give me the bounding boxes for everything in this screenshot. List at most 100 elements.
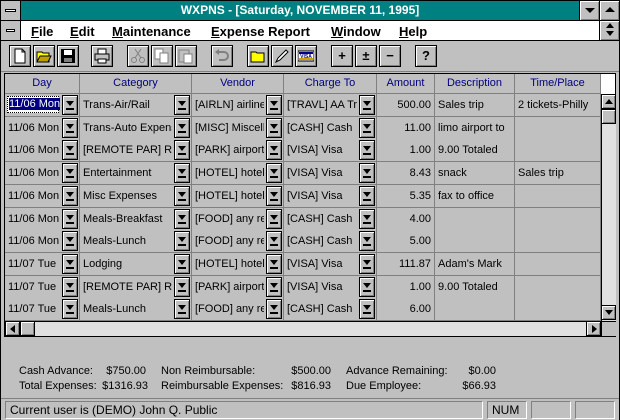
save-button[interactable]	[57, 45, 79, 67]
cell-vendor[interactable]: [FOOD] any rest	[192, 207, 284, 231]
cell-category[interactable]: Trans-Air/Rail	[80, 94, 192, 117]
cell-time-place[interactable]	[515, 252, 601, 276]
menu-window[interactable]: Window	[331, 24, 381, 39]
dropdown-arrow-icon[interactable]	[359, 253, 375, 274]
cell-description[interactable]	[435, 207, 515, 231]
cell-charge-to[interactable]: [CASH] Cash	[284, 298, 377, 322]
cell-amount[interactable]: 1.00	[377, 139, 435, 163]
cell-time-place[interactable]: 2 tickets-Philly	[515, 94, 601, 117]
dropdown-arrow-icon[interactable]	[174, 299, 190, 320]
dropdown-arrow-icon[interactable]	[359, 185, 375, 206]
dropdown-arrow-icon[interactable]	[266, 276, 282, 297]
cell-charge-to[interactable]: [VISA] Visa	[284, 162, 377, 186]
dropdown-arrow-icon[interactable]	[359, 231, 375, 252]
cell-day[interactable]: 11/07 Tue	[5, 275, 80, 299]
cell-time-place[interactable]	[515, 298, 601, 322]
horizontal-scrollbar[interactable]	[5, 321, 601, 336]
menu-edit[interactable]: Edit	[70, 24, 95, 39]
dropdown-arrow-icon[interactable]	[266, 117, 282, 138]
dropdown-arrow-icon[interactable]	[62, 208, 78, 229]
dropdown-arrow-icon[interactable]	[174, 95, 190, 115]
dropdown-arrow-icon[interactable]	[266, 299, 282, 320]
cell-charge-to[interactable]: [TRAVL] AA Tr	[284, 94, 377, 117]
scroll-right-button[interactable]	[586, 321, 601, 336]
subtract-button[interactable]: −	[379, 45, 401, 67]
cell-day[interactable]: 11/06 Mon	[5, 162, 80, 186]
scroll-left-button[interactable]	[5, 321, 20, 336]
dropdown-arrow-icon[interactable]	[266, 208, 282, 229]
dropdown-arrow-icon[interactable]	[174, 208, 190, 229]
menu-help[interactable]: Help	[399, 24, 427, 39]
cell-description[interactable]	[435, 230, 515, 254]
cell-charge-to[interactable]: [VISA] Visa	[284, 184, 377, 208]
cell-time-place[interactable]	[515, 207, 601, 231]
dropdown-arrow-icon[interactable]	[62, 117, 78, 138]
cell-charge-to[interactable]: [CASH] Cash	[284, 230, 377, 254]
print-button[interactable]	[91, 45, 113, 67]
header-description[interactable]: Description	[435, 74, 515, 94]
menu-expense-report[interactable]: Expense Report	[211, 24, 310, 39]
cell-charge-to[interactable]: [VISA] Visa	[284, 252, 377, 276]
dropdown-arrow-icon[interactable]	[359, 140, 375, 161]
dropdown-arrow-icon[interactable]	[62, 140, 78, 161]
dropdown-arrow-icon[interactable]	[174, 276, 190, 297]
dropdown-arrow-icon[interactable]	[266, 140, 282, 161]
dropdown-arrow-icon[interactable]	[62, 253, 78, 274]
cell-amount[interactable]: 111.87	[377, 252, 435, 276]
menu-file[interactable]: File	[31, 24, 53, 39]
cell-category[interactable]: [REMOTE PAR] Remote	[80, 139, 192, 163]
cell-category[interactable]: Meals-Lunch	[80, 230, 192, 254]
plus-minus-button[interactable]: ±	[355, 45, 377, 67]
restore-button[interactable]	[599, 21, 619, 40]
document-menu-button[interactable]	[1, 21, 21, 40]
header-day[interactable]: Day	[5, 74, 80, 94]
scroll-up-button[interactable]	[601, 94, 616, 109]
cell-day[interactable]: 11/07 Tue	[5, 298, 80, 322]
dropdown-arrow-icon[interactable]	[62, 185, 78, 206]
horizontal-scroll-thumb[interactable]	[20, 321, 35, 336]
dropdown-arrow-icon[interactable]	[359, 163, 375, 184]
cell-day[interactable]: 11/06 Mon	[5, 94, 80, 117]
dropdown-arrow-icon[interactable]	[359, 208, 375, 229]
cell-day[interactable]: 11/06 Mon	[5, 207, 80, 231]
maximize-button[interactable]	[599, 1, 619, 20]
cell-category[interactable]: [REMOTE PAR] Remote	[80, 275, 192, 299]
cell-amount[interactable]: 8.43	[377, 162, 435, 186]
dropdown-arrow-icon[interactable]	[359, 117, 375, 138]
dropdown-arrow-icon[interactable]	[174, 185, 190, 206]
cell-day[interactable]: 11/06 Mon	[5, 116, 80, 140]
dropdown-arrow-icon[interactable]	[174, 140, 190, 161]
dropdown-arrow-icon[interactable]	[62, 95, 78, 115]
undo-button[interactable]	[211, 45, 233, 67]
cell-time-place[interactable]: Sales trip	[515, 162, 601, 186]
pen-button[interactable]	[271, 45, 293, 67]
menu-maintenance[interactable]: Maintenance	[112, 24, 191, 39]
cut-button[interactable]	[127, 45, 149, 67]
visa-button[interactable]: VISA	[295, 45, 317, 67]
copy-button[interactable]	[151, 45, 173, 67]
header-time-place[interactable]: Time/Place	[515, 74, 601, 94]
help-button[interactable]: ?	[415, 45, 437, 67]
dropdown-arrow-icon[interactable]	[62, 163, 78, 184]
new-button[interactable]	[9, 45, 31, 67]
dropdown-arrow-icon[interactable]	[174, 253, 190, 274]
cell-amount[interactable]: 5.00	[377, 230, 435, 254]
cell-category[interactable]: Misc Expenses	[80, 184, 192, 208]
cell-day[interactable]: 11/07 Tue	[5, 252, 80, 276]
cell-vendor[interactable]: [PARK] airport	[192, 275, 284, 299]
cell-amount[interactable]: 500.00	[377, 94, 435, 117]
cell-time-place[interactable]	[515, 275, 601, 299]
cell-amount[interactable]: 11.00	[377, 116, 435, 140]
cell-day[interactable]: 11/06 Mon	[5, 230, 80, 254]
minimize-button[interactable]	[579, 1, 599, 20]
vertical-scroll-thumb[interactable]	[601, 109, 616, 124]
header-charge-to[interactable]: Charge To	[284, 74, 377, 94]
header-vendor[interactable]: Vendor	[192, 74, 284, 94]
system-menu-button[interactable]	[1, 1, 21, 20]
cell-time-place[interactable]	[515, 184, 601, 208]
dropdown-arrow-icon[interactable]	[174, 117, 190, 138]
cell-charge-to[interactable]: [CASH] Cash	[284, 207, 377, 231]
cell-amount[interactable]: 5.35	[377, 184, 435, 208]
cell-vendor[interactable]: [MISC] Miscellaneous	[192, 116, 284, 140]
cell-charge-to[interactable]: [CASH] Cash	[284, 116, 377, 140]
